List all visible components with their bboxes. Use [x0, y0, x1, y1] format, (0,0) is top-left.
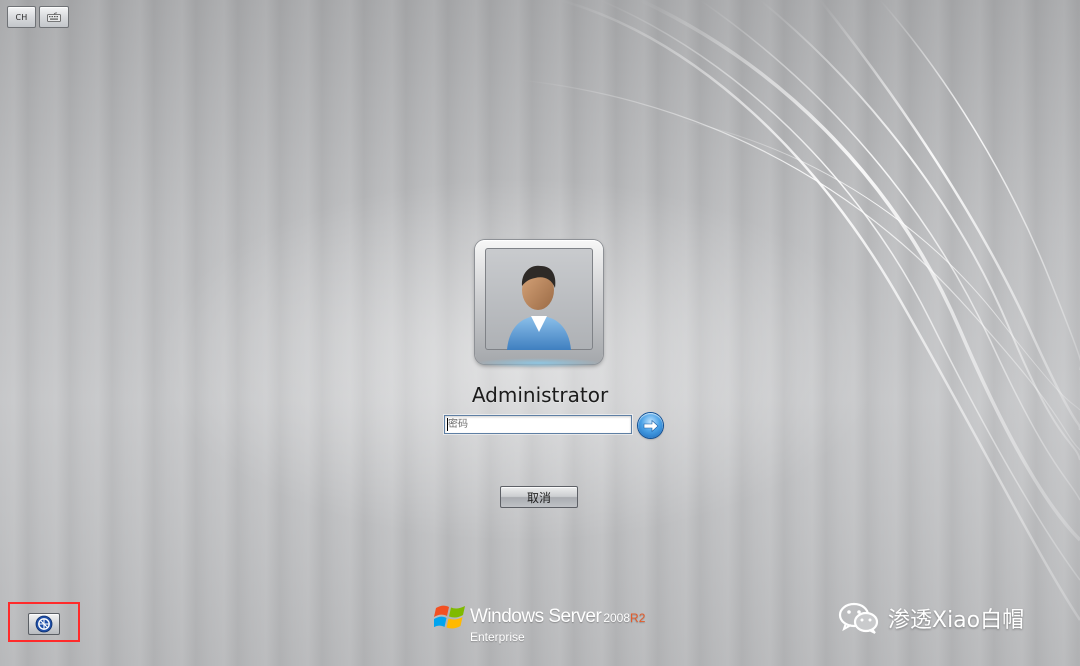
ease-of-access-button[interactable] — [28, 613, 60, 635]
arrow-right-icon — [643, 419, 658, 432]
text-caret — [447, 418, 448, 431]
product-release: R2 — [630, 611, 646, 625]
avatar — [485, 248, 593, 350]
cancel-button[interactable]: 取消 — [500, 486, 578, 508]
submit-button[interactable] — [638, 413, 663, 438]
keyboard-button[interactable] — [39, 6, 69, 28]
product-name-text: Windows Server — [470, 606, 602, 627]
username-label: Administrator — [471, 383, 609, 407]
login-screen: CH Administrator 取消 Windows Server 2008R… — [0, 0, 1080, 666]
user-silhouette-icon — [507, 265, 571, 350]
keyboard-icon — [47, 12, 61, 22]
windows-flag-icon — [434, 605, 465, 629]
windows-server-branding: Windows Server 2008R2 Enterprise — [434, 600, 664, 650]
watermark: 渗透Xiao白帽 — [838, 598, 1024, 638]
ease-of-access-icon — [35, 615, 53, 633]
product-name: Windows Server 2008R2 — [470, 606, 645, 628]
user-avatar-tile[interactable] — [475, 240, 603, 368]
password-field[interactable] — [444, 415, 632, 434]
avatar-glow — [475, 358, 603, 368]
product-edition: Enterprise — [470, 630, 525, 644]
product-version: 2008 — [603, 611, 631, 625]
wechat-icon — [838, 602, 879, 634]
watermark-text: 渗透Xiao白帽 — [888, 608, 1025, 633]
language-label: CH — [15, 12, 28, 22]
language-button[interactable]: CH — [7, 6, 36, 28]
